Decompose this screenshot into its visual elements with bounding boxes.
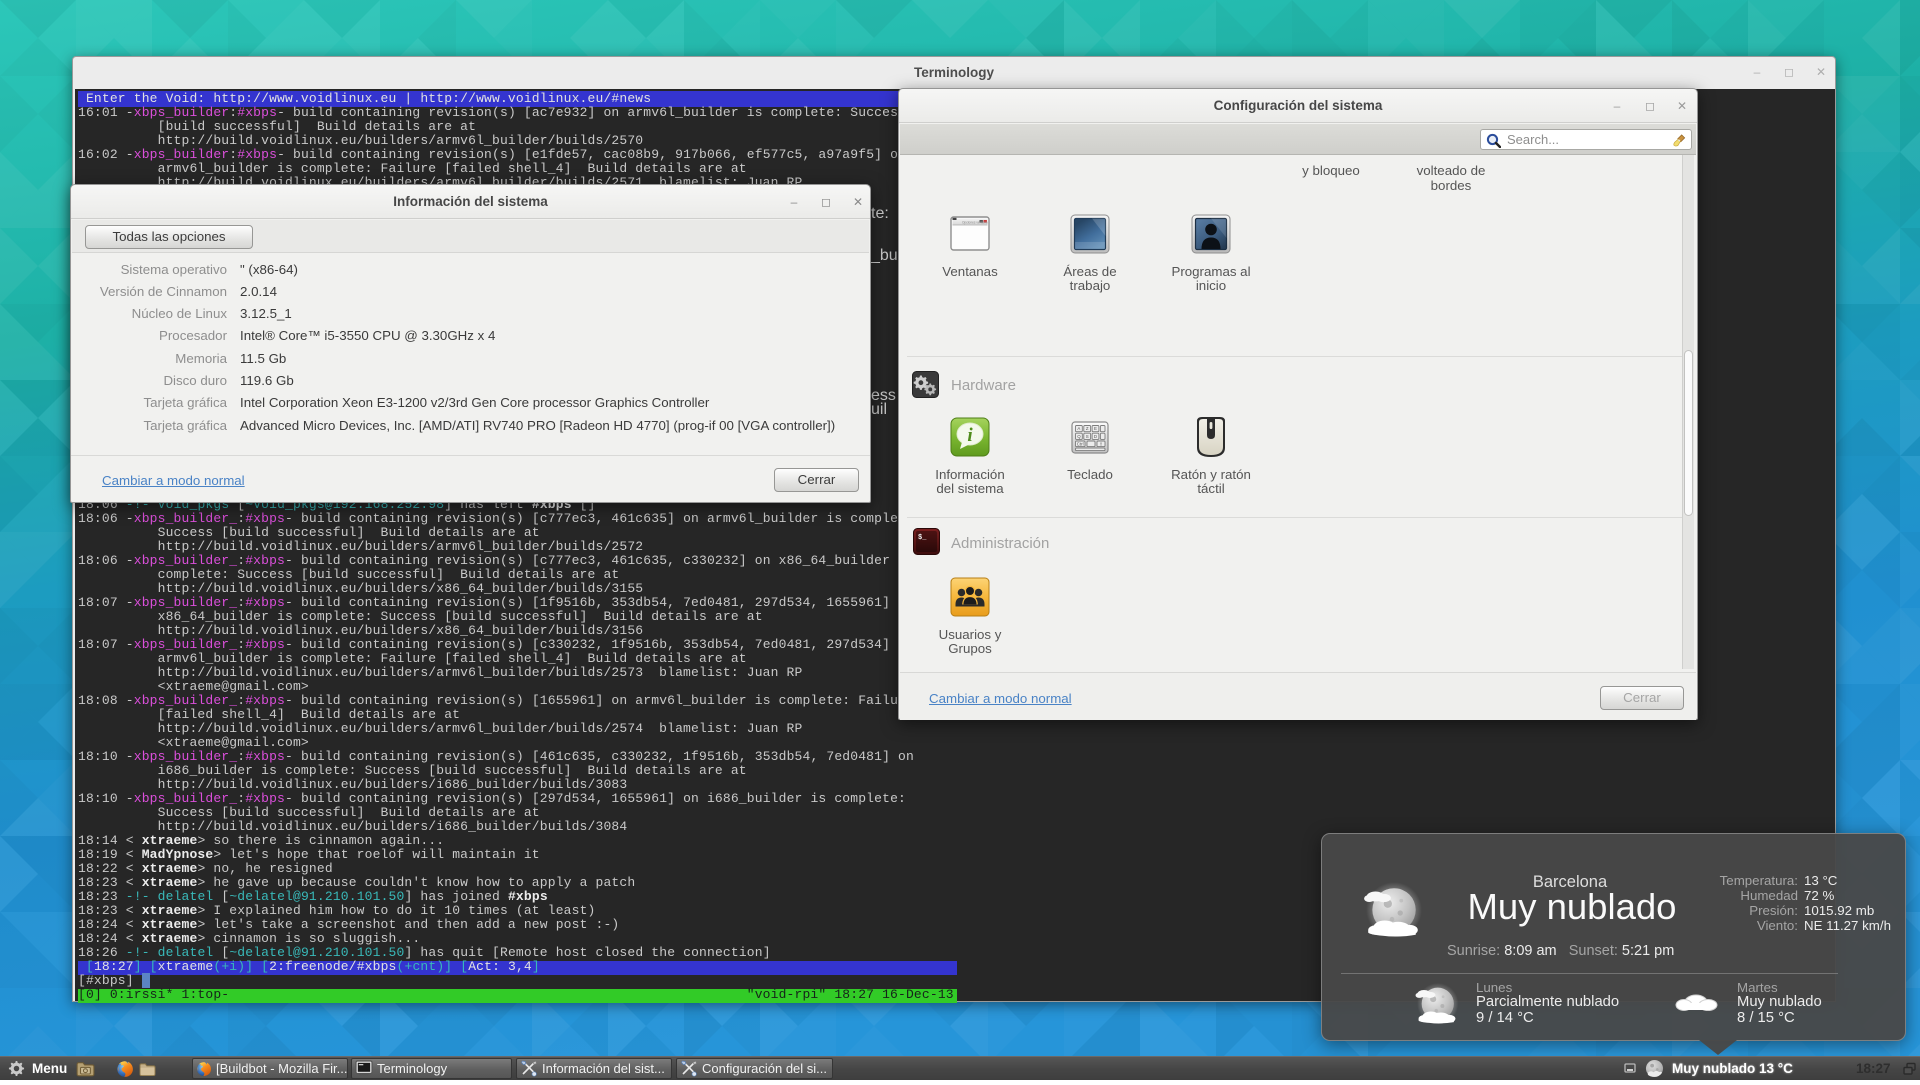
svg-text:i: i [967, 425, 973, 446]
svg-text:Opciones ventana: Opciones ventana [962, 220, 988, 224]
svg-text:E: E [1094, 426, 1097, 431]
svg-text:A: A [1077, 426, 1080, 431]
svg-text:S: S [1086, 434, 1089, 439]
svg-text:D: D [1094, 434, 1097, 439]
svg-text:⇧: ⇧ [1099, 442, 1103, 447]
svg-text:Ctrl: Ctrl [1077, 441, 1084, 446]
svg-text:Q: Q [1077, 434, 1081, 439]
svg-text:$_: $_ [918, 534, 927, 542]
svg-text:Z: Z [1086, 426, 1089, 431]
